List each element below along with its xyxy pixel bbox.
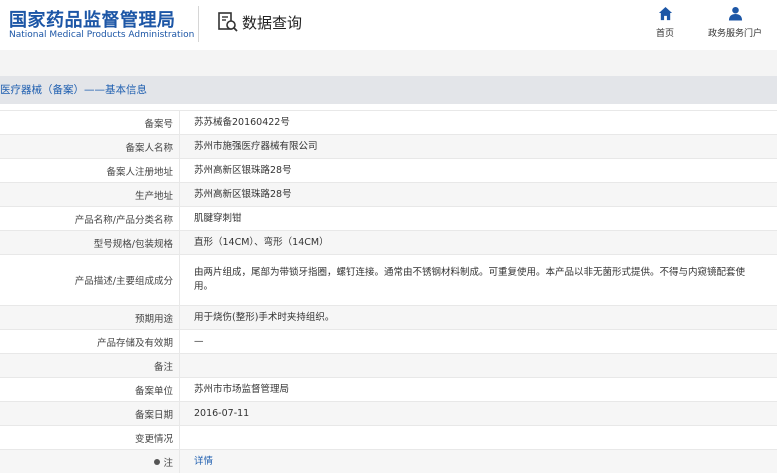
field-label-text: 变更情况 xyxy=(134,433,173,445)
field-label-text: 产品存储及有效期 xyxy=(96,337,173,349)
field-value-text: 苏苏械备20160422号 xyxy=(194,116,290,128)
field-value-text: 肌腱穿刺钳 xyxy=(194,212,242,224)
table-row: 备案人名称 苏州市施强医疗器械有限公司 xyxy=(0,134,777,158)
field-label: 备案单位 xyxy=(0,378,180,401)
field-label: 生产地址 xyxy=(0,183,180,206)
data-query-link[interactable]: 数据查询 xyxy=(217,10,302,34)
table-row: 备案人注册地址 苏州高新区银珠路28号 xyxy=(0,158,777,182)
field-label: 预期用途 xyxy=(0,306,180,329)
pin-icon xyxy=(154,458,161,465)
table-row: 产品描述/主要组成成分 由两片组成，尾部为带锁牙指圈，螺钉连接。通常由不锈钢材料制… xyxy=(0,254,777,305)
table-row: 注 详情 xyxy=(0,449,777,473)
field-label-text: 预期用途 xyxy=(134,313,173,325)
field-label-text: 备注 xyxy=(153,361,173,373)
info-table: 备案号 苏苏械备20160422号备案人名称 苏州市施强医疗器械有限公司备案人注册地… xyxy=(0,110,777,473)
table-row: 型号规格/包装规格 直形（14CM）、弯形（14CM） xyxy=(0,230,777,254)
field-label-text: 型号规格/包装规格 xyxy=(93,238,173,250)
field-value: 2016-07-11 xyxy=(180,402,777,425)
field-value-text: 直形（14CM）、弯形（14CM） xyxy=(194,236,329,248)
field-value-text: — xyxy=(194,335,204,347)
table-row: 备注 xyxy=(0,353,777,377)
field-value: 苏州市施强医疗器械有限公司 xyxy=(180,135,777,158)
field-value: 由两片组成，尾部为带锁牙指圈，螺钉连接。通常由不锈钢材料制成。可重复使用。本产品… xyxy=(180,255,777,305)
field-value xyxy=(180,354,777,377)
field-value: 详情 xyxy=(180,450,777,473)
section-header: 医疗器械（备案）——基本信息 xyxy=(0,76,777,104)
field-value-text: 2016-07-11 xyxy=(194,407,250,419)
field-label-text: 备案人名称 xyxy=(125,142,173,154)
home-icon xyxy=(658,6,672,21)
field-label: 产品名称/产品分类名称 xyxy=(0,207,180,230)
header-spacer xyxy=(0,50,777,76)
field-value-text: 苏州市市场监督管理局 xyxy=(194,383,290,395)
field-value: 苏州高新区银珠路28号 xyxy=(180,183,777,206)
table-row: 生产地址 苏州高新区银珠路28号 xyxy=(0,182,777,206)
field-label-text: 备案单位 xyxy=(134,385,173,397)
field-value-text: 由两片组成，尾部为带锁牙指圈，螺钉连接。通常由不锈钢材料制成。可重复使用。本产品… xyxy=(194,267,746,292)
field-label: 备案号 xyxy=(0,111,180,134)
field-value-text: 苏州高新区银珠路28号 xyxy=(194,164,292,176)
field-label: 备案人名称 xyxy=(0,135,180,158)
table-row: 预期用途 用于烧伤(整形)手术时夹持组织。 xyxy=(0,305,777,329)
field-value xyxy=(180,426,777,449)
field-label: 产品描述/主要组成成分 xyxy=(0,255,180,305)
document-search-icon xyxy=(218,12,238,32)
table-row: 备案号 苏苏械备20160422号 xyxy=(0,110,777,134)
site-header: 国家药品监督管理局 National Medical Products Admi… xyxy=(0,0,777,50)
table-row: 变更情况 xyxy=(0,425,777,449)
table-row: 产品名称/产品分类名称 肌腱穿刺钳 xyxy=(0,206,777,230)
field-label: 变更情况 xyxy=(0,426,180,449)
logo-divider xyxy=(198,6,199,42)
logo-chinese[interactable]: 国家药品监督管理局 xyxy=(9,6,176,32)
field-value: 用于烧伤(整形)手术时夹持组织。 xyxy=(180,306,777,329)
field-label-text: 产品描述/主要组成成分 xyxy=(74,276,173,287)
field-label-text: 产品名称/产品分类名称 xyxy=(74,214,173,226)
field-label: 型号规格/包装规格 xyxy=(0,231,180,254)
field-label: 产品存储及有效期 xyxy=(0,330,180,353)
user-icon xyxy=(728,6,742,21)
field-label: 备注 xyxy=(0,354,180,377)
section-title: 医疗器械（备案）——基本信息 xyxy=(0,84,147,96)
field-value-text: 用于烧伤(整形)手术时夹持组织。 xyxy=(194,311,335,323)
field-value: — xyxy=(180,330,777,353)
field-label-text: 注 xyxy=(163,457,173,469)
field-label: 备案人注册地址 xyxy=(0,159,180,182)
logo-english[interactable]: National Medical Products Administration xyxy=(9,30,194,40)
data-query-label: 数据查询 xyxy=(242,13,303,32)
field-value: 苏苏械备20160422号 xyxy=(180,111,777,134)
field-value: 肌腱穿刺钳 xyxy=(180,207,777,230)
field-value-text: 苏州市施强医疗器械有限公司 xyxy=(194,140,318,152)
nav-gov-portal[interactable]: 政务服务门户 xyxy=(700,6,770,39)
nav-gov-label: 政务服务门户 xyxy=(707,29,762,39)
nav-home-label: 首页 xyxy=(655,29,674,39)
table-row: 产品存储及有效期 — xyxy=(0,329,777,353)
field-value-text: 苏州高新区银珠路28号 xyxy=(194,188,292,200)
field-value: 苏州市市场监督管理局 xyxy=(180,378,777,401)
field-label-text: 生产地址 xyxy=(134,190,173,202)
field-value: 直形（14CM）、弯形（14CM） xyxy=(180,231,777,254)
field-label-text: 备案号 xyxy=(144,118,173,130)
table-row: 备案单位 苏州市市场监督管理局 xyxy=(0,377,777,401)
details-link[interactable]: 详情 xyxy=(194,455,213,469)
field-label: 备案日期 xyxy=(0,402,180,425)
table-row: 备案日期 2016-07-11 xyxy=(0,401,777,425)
field-value: 苏州高新区银珠路28号 xyxy=(180,159,777,182)
field-label-text: 备案人注册地址 xyxy=(106,166,173,178)
field-label: 注 xyxy=(0,450,180,473)
nav-home[interactable]: 首页 xyxy=(650,6,680,39)
field-label-text: 备案日期 xyxy=(134,409,173,421)
